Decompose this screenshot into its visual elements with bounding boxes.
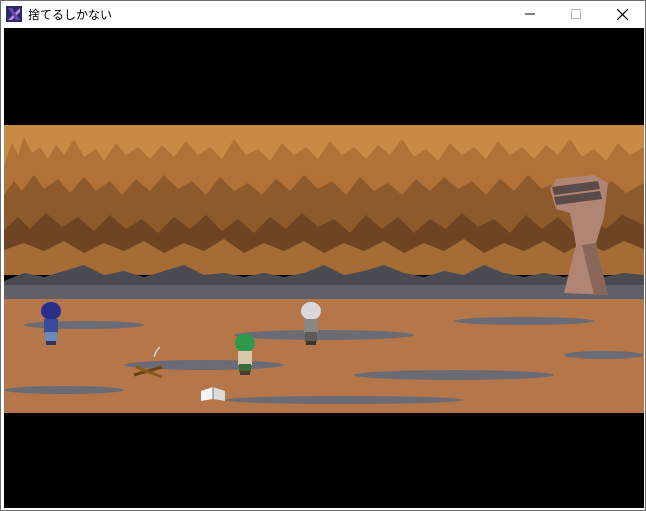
minimize-icon (525, 13, 535, 15)
maximize-button[interactable] (553, 1, 599, 27)
window-title: 捨てるしかない (28, 7, 113, 22)
maximize-icon (571, 9, 581, 19)
game-scene (4, 125, 644, 413)
close-button[interactable] (599, 1, 645, 27)
game-canvas[interactable] (4, 28, 644, 508)
ruined-city-skyline (4, 137, 644, 275)
game-app-icon (6, 6, 22, 22)
minimize-button[interactable] (507, 1, 553, 27)
close-icon (616, 8, 628, 20)
wasteland-ground (4, 295, 644, 413)
app-window: 捨てるしかない (0, 0, 646, 511)
title-bar[interactable]: 捨てるしかない (1, 1, 645, 27)
